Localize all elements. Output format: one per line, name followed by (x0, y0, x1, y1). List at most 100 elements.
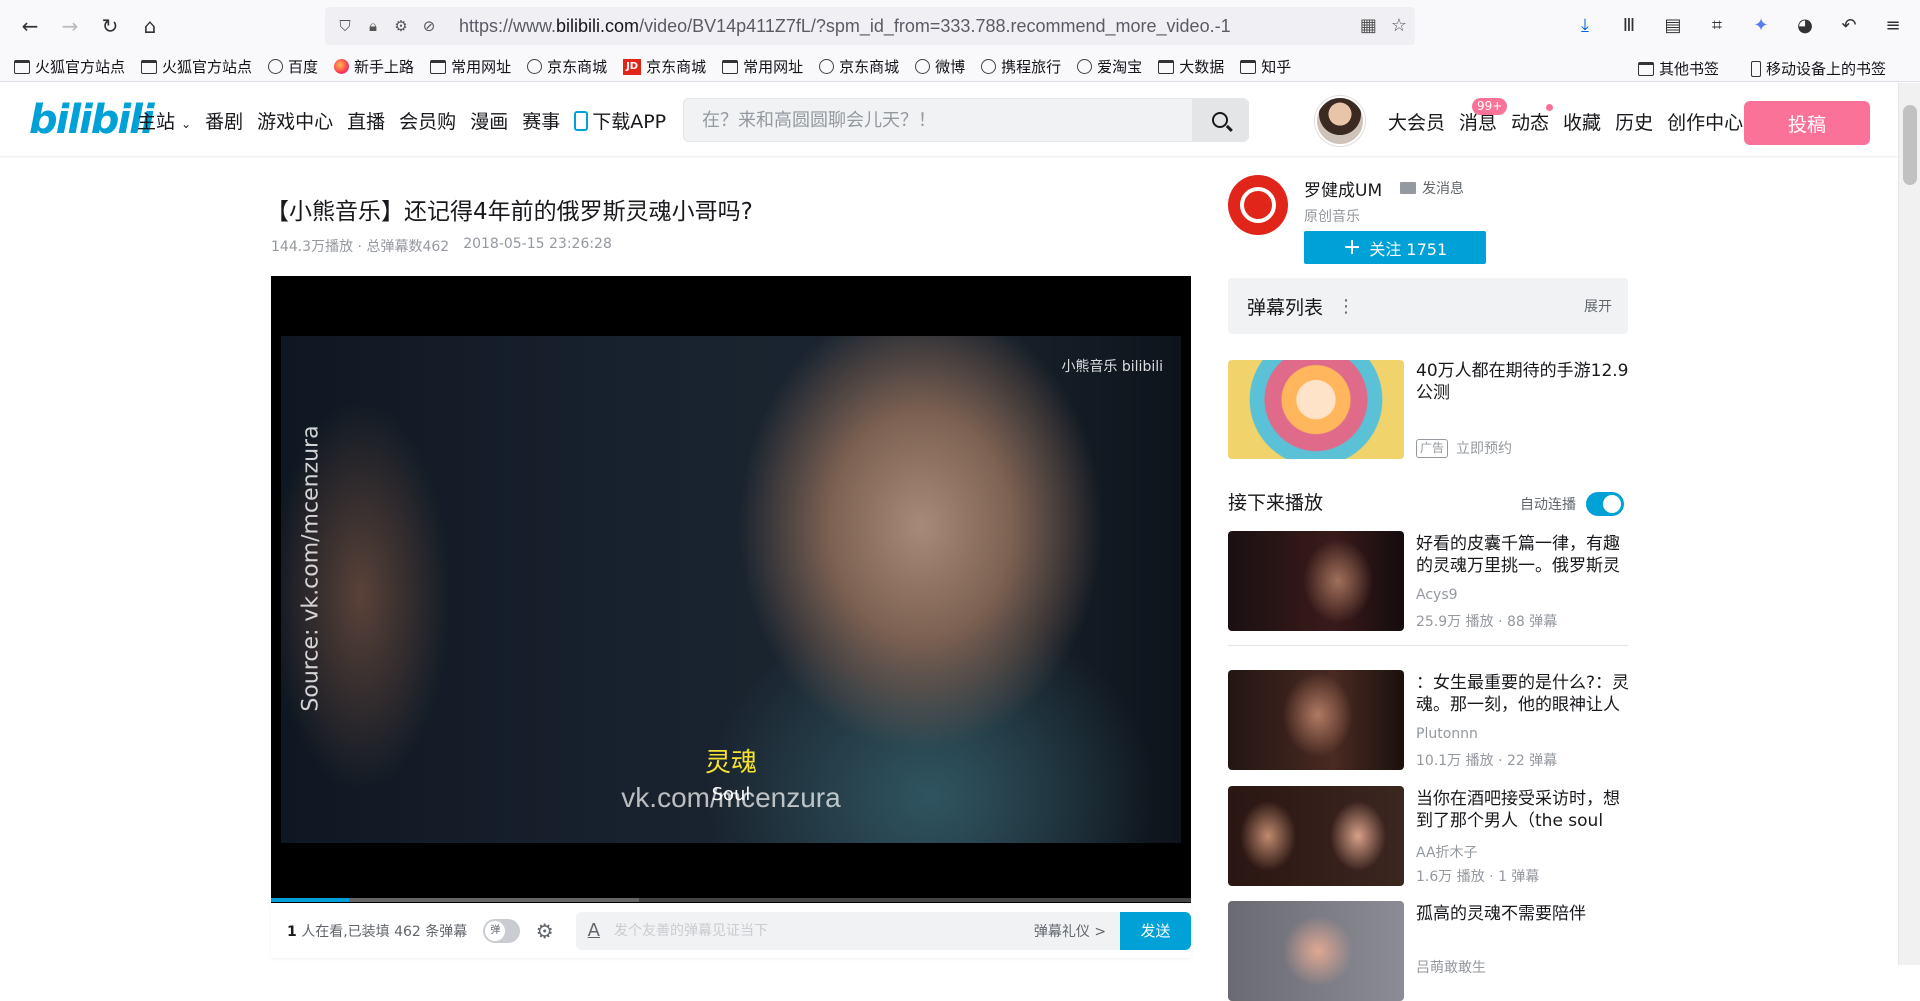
nav-anime[interactable]: 番剧 (205, 107, 243, 134)
up-next-label: 接下来播放 (1228, 492, 1324, 514)
bookmark-label: 爱淘宝 (1097, 58, 1143, 76)
bookmark-item[interactable]: JD 京东商城 (623, 56, 706, 77)
danmaku-settings-icon[interactable]: ⚙ (536, 919, 554, 943)
nav-dynamics[interactable]: 动态 (1511, 108, 1549, 135)
bookmark-item[interactable]: 百度 (268, 56, 318, 77)
bookmark-label: 火狐官方站点 (35, 58, 126, 76)
globe-icon (819, 59, 835, 74)
bookmark-item[interactable]: 常用网址 (430, 56, 511, 77)
folder-icon (141, 59, 158, 74)
rec-video-author[interactable]: Plutonnn (1416, 726, 1478, 742)
more-options-icon[interactable]: ⋮ (1337, 296, 1355, 317)
forward-icon[interactable]: → (50, 6, 90, 46)
firefox-icon (334, 59, 350, 74)
bookmark-item[interactable]: 常用网址 (722, 56, 803, 77)
ad-title[interactable]: 40万人都在期待的手游12.9公测 (1416, 360, 1630, 404)
bilibili-logo[interactable]: bilibili (29, 97, 155, 143)
download-icon[interactable]: ⤓ (1568, 8, 1602, 42)
divider (1228, 645, 1628, 646)
uploader-name[interactable]: 罗健成UM (1304, 176, 1382, 201)
nav-history[interactable]: 历史 (1615, 108, 1653, 135)
rec-video-author[interactable]: AA折木子 (1416, 842, 1478, 862)
danmaku-etiquette-link[interactable]: 弹幕礼仪 > (1034, 921, 1106, 941)
menu-icon[interactable]: ≡ (1876, 8, 1910, 42)
danmaku-style-icon[interactable]: A (588, 920, 600, 941)
bookmark-item[interactable]: 知乎 (1240, 56, 1291, 77)
tablet-icon (574, 111, 589, 131)
played-bar (271, 898, 350, 902)
nav-live[interactable]: 直播 (347, 107, 385, 134)
send-message-link[interactable]: 发消息 (1400, 178, 1464, 198)
bookmark-item[interactable]: 微博 (915, 56, 965, 77)
bookmark-item[interactable]: 火狐官方站点 (141, 56, 252, 77)
rec-video-title[interactable]: 好看的皮囊千篇一律，有趣的灵魂万里挑一。俄罗斯灵魂小哥 (1416, 533, 1630, 577)
bookmark-item[interactable]: 京东商城 (527, 56, 607, 77)
autoplay-control: 自动连播 (1520, 492, 1624, 516)
follow-button[interactable]: + 关注 1751 (1304, 231, 1486, 264)
bookmark-item[interactable]: 火狐官方站点 (14, 56, 125, 77)
dynamics-dot (1546, 104, 1553, 111)
danmaku-input[interactable] (613, 922, 1034, 939)
search-button[interactable] (1192, 99, 1248, 141)
nav-game-center[interactable]: 游戏中心 (257, 107, 333, 134)
ad-action[interactable]: 立即预约 (1456, 438, 1512, 458)
nav-download-app[interactable]: 下载APP (574, 107, 666, 134)
nav-vip[interactable]: 大会员 (1388, 108, 1445, 135)
video-thumbnail[interactable] (1228, 531, 1404, 631)
video-thumbnail[interactable] (1228, 786, 1404, 886)
lock-icon[interactable]: 🔒︎ (359, 17, 387, 35)
extension-glasses-icon[interactable]: ◕ (1788, 8, 1822, 42)
search-box (683, 98, 1249, 142)
bookmark-item[interactable]: 携程旅行 (981, 56, 1061, 77)
video-side-text: Source: vk.com/mcenzura (298, 425, 324, 712)
nav-favorites[interactable]: 收藏 (1563, 108, 1601, 135)
video-player[interactable]: 小熊音乐 bilibili Source: vk.com/mcenzura vk… (271, 276, 1191, 903)
video-thumbnail[interactable] (1228, 670, 1404, 770)
screenshot-icon[interactable]: ⌗ (1700, 8, 1734, 42)
url-text[interactable]: https://www.bilibili.com/video/BV14p411Z… (459, 16, 1231, 37)
autoplay-toggle[interactable] (1586, 492, 1624, 516)
nav-creator-center[interactable]: 创作中心 (1667, 108, 1743, 135)
rec-video-title[interactable]: 孤高的灵魂不需要陪伴 (1416, 903, 1630, 925)
rec-video-title[interactable]: 当你在酒吧接受采访时，想到了那个男人（the soul of） (1416, 788, 1630, 832)
undo-icon[interactable]: ↶ (1832, 8, 1866, 42)
qr-code-icon[interactable]: ▦ (1360, 15, 1377, 36)
back-icon[interactable]: ← (10, 6, 50, 46)
extension-icon[interactable]: ✦ (1744, 8, 1778, 42)
user-avatar[interactable] (1315, 96, 1365, 146)
bookmark-item[interactable]: 移动设备上的书签 (1750, 58, 1886, 79)
danmaku-list-expand[interactable]: 展开 (1584, 296, 1612, 316)
nav-esports[interactable]: 赛事 (522, 107, 560, 134)
rec-video-author[interactable]: 吕萌敢敢生 (1416, 957, 1486, 977)
bookmark-item[interactable]: 其他书签 (1637, 58, 1719, 79)
search-input[interactable] (684, 109, 1192, 131)
home-icon[interactable]: ⌂ (130, 6, 170, 46)
reload-icon[interactable]: ↻ (90, 6, 130, 46)
nav-mall[interactable]: 会员购 (399, 107, 456, 134)
bookmark-item[interactable]: 爱淘宝 (1077, 56, 1142, 77)
uploader-avatar[interactable] (1228, 175, 1288, 235)
bookmark-star-icon[interactable]: ☆ (1391, 15, 1407, 36)
library-icon[interactable]: Ⅲ (1612, 8, 1646, 42)
bookmark-item[interactable]: 大数据 (1158, 56, 1224, 77)
video-progress-bar[interactable] (271, 898, 1191, 902)
permissions-icon[interactable]: ⚙ (387, 17, 415, 35)
rec-video-title[interactable]: ：女生最重要的是什么?：灵魂。那一刻，他的眼神让人心动 (1416, 672, 1630, 716)
ad-thumbnail[interactable] (1228, 360, 1404, 459)
bookmark-item[interactable]: 新手上路 (334, 56, 414, 77)
address-bar[interactable]: ⛉ 🔒︎ ⚙ ⊘ https://www.bilibili.com/video/… (325, 7, 1415, 45)
video-thumbnail[interactable] (1228, 901, 1404, 1001)
autoplay-blocked-icon[interactable]: ⊘ (415, 17, 443, 35)
danmaku-list-panel[interactable]: 弹幕列表 ⋮ 展开 (1228, 278, 1628, 334)
sidebar-icon[interactable]: ▤ (1656, 8, 1690, 42)
bookmark-item[interactable]: 京东商城 (819, 56, 899, 77)
upload-button[interactable]: 投稿 (1744, 101, 1870, 145)
danmaku-toggle[interactable]: 弹 (483, 918, 520, 943)
nav-main-site[interactable]: 主站 ⌄ (137, 107, 191, 134)
shield-icon[interactable]: ⛉ (331, 17, 359, 35)
rec-video-author[interactable]: Acys9 (1416, 587, 1458, 603)
send-danmaku-button[interactable]: 发送 (1120, 911, 1191, 950)
nav-manga[interactable]: 漫画 (470, 107, 508, 134)
video-frame[interactable]: 小熊音乐 bilibili Source: vk.com/mcenzura vk… (281, 336, 1181, 843)
page-scrollbar[interactable] (1898, 83, 1920, 965)
